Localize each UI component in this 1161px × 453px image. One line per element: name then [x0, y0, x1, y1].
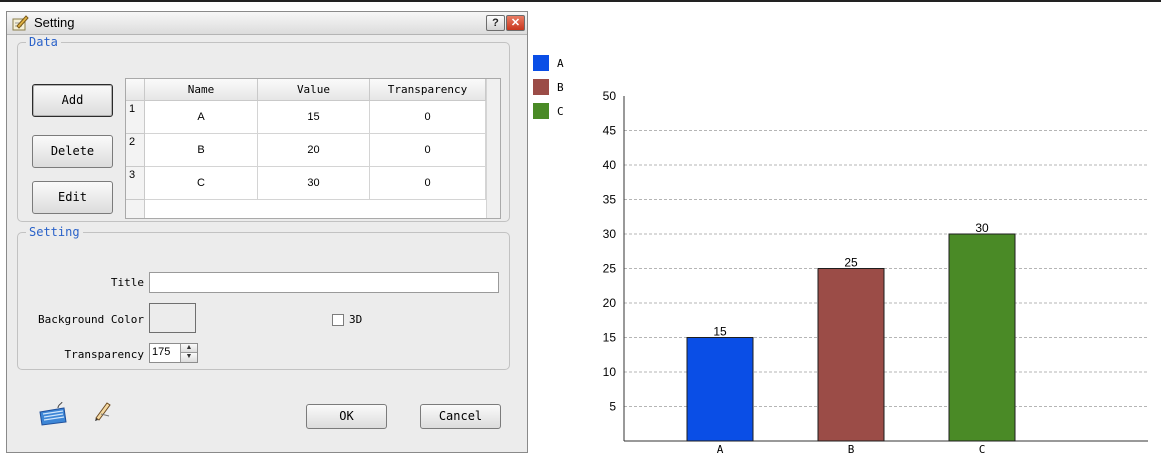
y-tick-label: 50: [603, 89, 617, 103]
table-cell[interactable]: C: [145, 167, 258, 200]
transparency-spinbox[interactable]: 175 ▲ ▼: [149, 343, 198, 363]
delete-button[interactable]: Delete: [32, 135, 113, 168]
y-tick-label: 30: [603, 227, 617, 241]
data-label: 15: [713, 325, 727, 339]
table-cell[interactable]: 20: [258, 134, 370, 167]
y-tick-label: 45: [603, 124, 617, 138]
top-border-line: [0, 0, 1161, 2]
background-color-label: Background Color: [38, 313, 144, 326]
data-label: 25: [844, 256, 858, 270]
y-tick-label: 40: [603, 158, 617, 172]
transparency-value[interactable]: 175: [152, 346, 170, 358]
title-input[interactable]: [149, 272, 499, 293]
y-tick-label: 15: [603, 331, 617, 345]
setting-group-label: Setting: [26, 225, 83, 239]
ok-button[interactable]: OK: [306, 404, 387, 429]
y-tick-label: 5: [609, 400, 616, 414]
bar: [948, 233, 1016, 442]
title-label: Title: [110, 276, 144, 289]
chart-panel: A B C 5 10 15 20 25 30 35 40 45 50 15 A 25 B 30 C: [528, 46, 1161, 453]
table-cell[interactable]: 30: [258, 167, 370, 200]
data-label: 30: [975, 221, 989, 235]
y-tick-label: 35: [603, 193, 617, 207]
table-scroll-gutter: [486, 79, 500, 218]
bar-chart: 5 10 15 20 25 30 35 40 45 50 15 A 25 B 30 C: [603, 89, 1148, 453]
row-header[interactable]: 2: [126, 134, 145, 167]
add-button[interactable]: Add: [32, 84, 113, 117]
close-button[interactable]: ✕: [506, 15, 525, 31]
keyboard-icon[interactable]: [38, 402, 68, 426]
x-tick-label: A: [717, 443, 724, 453]
background-color-swatch[interactable]: [149, 303, 196, 333]
dialog-titlebar[interactable]: Setting ? ✕: [7, 12, 527, 35]
table-cell[interactable]: 0: [370, 134, 486, 167]
column-header-transparency[interactable]: Transparency: [370, 79, 486, 101]
x-tick-label: C: [979, 443, 986, 453]
table-corner: [126, 79, 145, 101]
y-tick-label: 25: [603, 262, 617, 276]
pen-icon[interactable]: [92, 399, 114, 421]
transparency-label: Transparency: [64, 348, 144, 361]
data-group-label: Data: [26, 35, 61, 49]
table-cell[interactable]: A: [145, 101, 258, 134]
data-table[interactable]: Name Value Transparency 1 A 15 0 2 B 20 …: [125, 78, 501, 219]
y-tick-label: 20: [603, 296, 617, 310]
column-header-value[interactable]: Value: [258, 79, 370, 101]
table-cell[interactable]: 0: [370, 101, 486, 134]
help-button[interactable]: ?: [486, 15, 505, 31]
bar: [817, 268, 885, 442]
row-header[interactable]: 1: [126, 101, 145, 134]
table-cell[interactable]: 0: [370, 167, 486, 200]
y-tick-label: 10: [603, 365, 617, 379]
empty-row-header: [126, 200, 145, 218]
table-cell[interactable]: 15: [258, 101, 370, 134]
bar: [686, 337, 754, 442]
spin-up-arrow-icon[interactable]: ▲: [180, 344, 197, 353]
row-header[interactable]: 3: [126, 167, 145, 200]
edit-button[interactable]: Edit: [32, 181, 113, 214]
column-header-name[interactable]: Name: [145, 79, 258, 101]
3d-checkbox[interactable]: [332, 314, 344, 326]
3d-label: 3D: [349, 313, 363, 326]
x-tick-label: B: [848, 443, 855, 453]
dialog-title: Setting: [34, 15, 75, 30]
cancel-button[interactable]: Cancel: [420, 404, 501, 429]
spin-down-arrow-icon[interactable]: ▼: [180, 353, 197, 362]
table-cell[interactable]: B: [145, 134, 258, 167]
pencil-paper-icon: [12, 15, 29, 31]
